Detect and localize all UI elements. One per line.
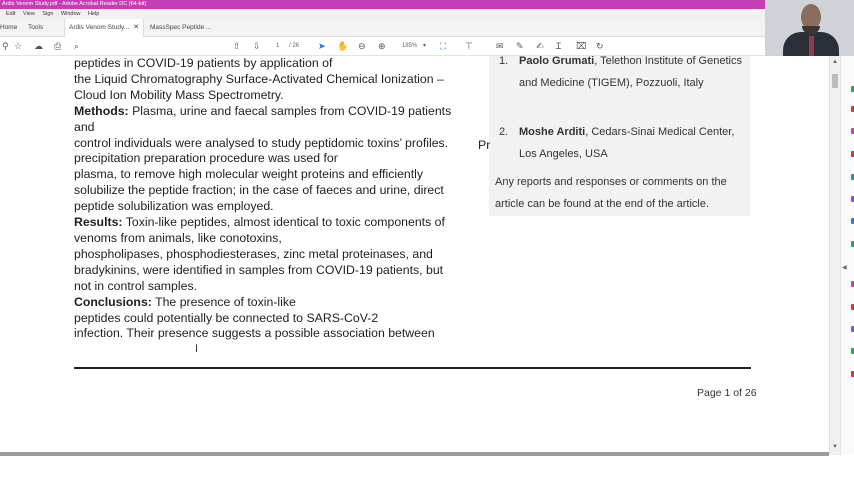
- overflow-text-fragment: Pr: [478, 138, 491, 152]
- sign-icon[interactable]: ⚲: [2, 40, 9, 53]
- page-number-label: Page 1 of 26: [697, 387, 757, 399]
- toolbar: ⚲ ☆ ☁ ⎙ ⌕ ⇧ ⇩ 1 / 26 ➤ ✋ ⊖ ⊕ 185% ▾ ⛶ ⊤ …: [0, 37, 765, 56]
- webcam-overlay: [765, 0, 854, 60]
- scroll-down-icon[interactable]: ▼: [832, 444, 838, 450]
- text-line: phospholipases, phosphodiesterases, zinc…: [74, 246, 433, 261]
- reports-note: Any reports and responses or comments on…: [495, 176, 727, 210]
- chevron-down-icon[interactable]: ▾: [423, 40, 426, 53]
- affiliation-number: 2.: [499, 126, 509, 138]
- highlight-pen-icon[interactable]: ✎: [516, 40, 524, 53]
- previous-page-icon[interactable]: ⇧: [233, 40, 241, 53]
- text-line: not in control samples.: [74, 278, 198, 293]
- text-line: infection. Their presence suggests a pos…: [74, 326, 435, 341]
- text-line: venoms from animals, like conotoxins,: [74, 230, 282, 245]
- menu-sign[interactable]: Sign: [42, 9, 53, 19]
- select-cursor-icon[interactable]: ➤: [318, 40, 326, 53]
- text-line: solubilize the peptide fraction; in the …: [74, 183, 444, 198]
- tab-home[interactable]: Home: [0, 19, 17, 37]
- tab-document-label: Ardis Venom Study...: [69, 24, 130, 31]
- upload-cloud-icon[interactable]: ☁: [34, 40, 43, 53]
- next-page-icon[interactable]: ⇩: [253, 40, 261, 53]
- zoom-in-icon[interactable]: ⊕: [378, 40, 386, 53]
- fit-page-icon[interactable]: ⛶: [440, 40, 446, 53]
- rotate-icon[interactable]: ↻: [596, 40, 604, 53]
- text-line: precipitation preparation procedure was …: [74, 151, 338, 166]
- scroll-up-icon[interactable]: ▲: [832, 59, 838, 65]
- page-number-input[interactable]: 1: [276, 40, 279, 53]
- hand-tool-icon[interactable]: ✋: [337, 40, 348, 53]
- close-icon[interactable]: ✕: [133, 24, 139, 31]
- search-icon[interactable]: ⌕: [74, 40, 79, 53]
- delete-icon[interactable]: ⌧: [576, 40, 586, 53]
- text-line: bradykinins, were identified in samples …: [74, 262, 444, 277]
- affiliations-box: 1. Paolo Grumati, Telethon Institute of …: [489, 56, 750, 216]
- text-line: peptides could potentially be connected …: [74, 310, 379, 325]
- bottom-blank-area: [0, 456, 854, 480]
- vertical-scrollbar[interactable]: ▲ ▼: [829, 56, 840, 455]
- text-line: Results: Toxin-like peptides, almost ide…: [74, 215, 445, 230]
- window-titlebar: Ardis Venom Study.pdf - Adobe Acrobat Re…: [0, 0, 765, 9]
- comment-icon[interactable]: ✉: [496, 40, 504, 53]
- zoom-out-icon[interactable]: ⊖: [358, 40, 366, 53]
- text-line: and: [74, 119, 95, 134]
- menu-edit[interactable]: Edit: [6, 9, 15, 19]
- text-line: control individuals were analysed to stu…: [74, 135, 449, 150]
- print-icon[interactable]: ⎙: [54, 40, 61, 53]
- tab-bar: Home Tools Ardis Venom Study... ✕ MassSpe…: [0, 19, 765, 37]
- document-view[interactable]: peptides in COVID-19 patients by applica…: [0, 56, 829, 455]
- text-cursor-icon: I: [195, 343, 199, 355]
- menu-bar: Edit View Sign Window Help: [0, 9, 765, 19]
- text-line: peptides in COVID-19 patients by applica…: [74, 56, 333, 70]
- window-title: Ardis Venom Study.pdf - Adobe Acrobat Re…: [2, 1, 147, 7]
- page-footer-rule: [74, 367, 751, 369]
- text-line: Cloud Ion Mobility Mass Spectrometry.: [74, 87, 284, 102]
- text-line: Methods: Plasma, urine and faecal sample…: [74, 103, 452, 118]
- text-edit-icon[interactable]: Ɪ: [556, 40, 561, 53]
- bookmark-star-icon[interactable]: ☆: [14, 40, 22, 53]
- right-tools-panel: ◀: [840, 56, 854, 455]
- scrollbar-thumb[interactable]: [832, 74, 838, 88]
- tab-document-active[interactable]: Ardis Venom Study... ✕: [64, 19, 145, 37]
- abstract-text: peptides in COVID-19 patients by applica…: [74, 56, 494, 342]
- tab-document-2[interactable]: MassSpec Peptide ...: [150, 19, 211, 37]
- text-line: plasma, to remove high molecular weight …: [74, 167, 424, 182]
- zoom-level-select[interactable]: 185%: [402, 40, 417, 53]
- menu-window[interactable]: Window: [61, 9, 81, 19]
- draw-icon[interactable]: ✍: [536, 40, 544, 53]
- affiliation-number: 1.: [499, 56, 509, 67]
- menu-help[interactable]: Help: [88, 9, 99, 19]
- affiliation-body: Paolo Grumati, Telethon Institute of Gen…: [519, 56, 742, 89]
- text-line: the Liquid Chromatography Surface-Activa…: [74, 71, 444, 86]
- tab-tools[interactable]: Tools: [28, 19, 43, 37]
- page-total: / 26: [289, 43, 300, 49]
- affiliation-body: Moshe Arditi, Cedars-Sinai Medical Cente…: [519, 126, 735, 160]
- stamp-icon[interactable]: ⊤: [465, 40, 473, 53]
- text-line: peptide solubilization was employed.: [74, 199, 274, 214]
- menu-view[interactable]: View: [23, 9, 35, 19]
- collapse-panel-icon[interactable]: ◀: [842, 264, 847, 271]
- text-line: Conclusions: The presence of toxin-like: [74, 294, 296, 309]
